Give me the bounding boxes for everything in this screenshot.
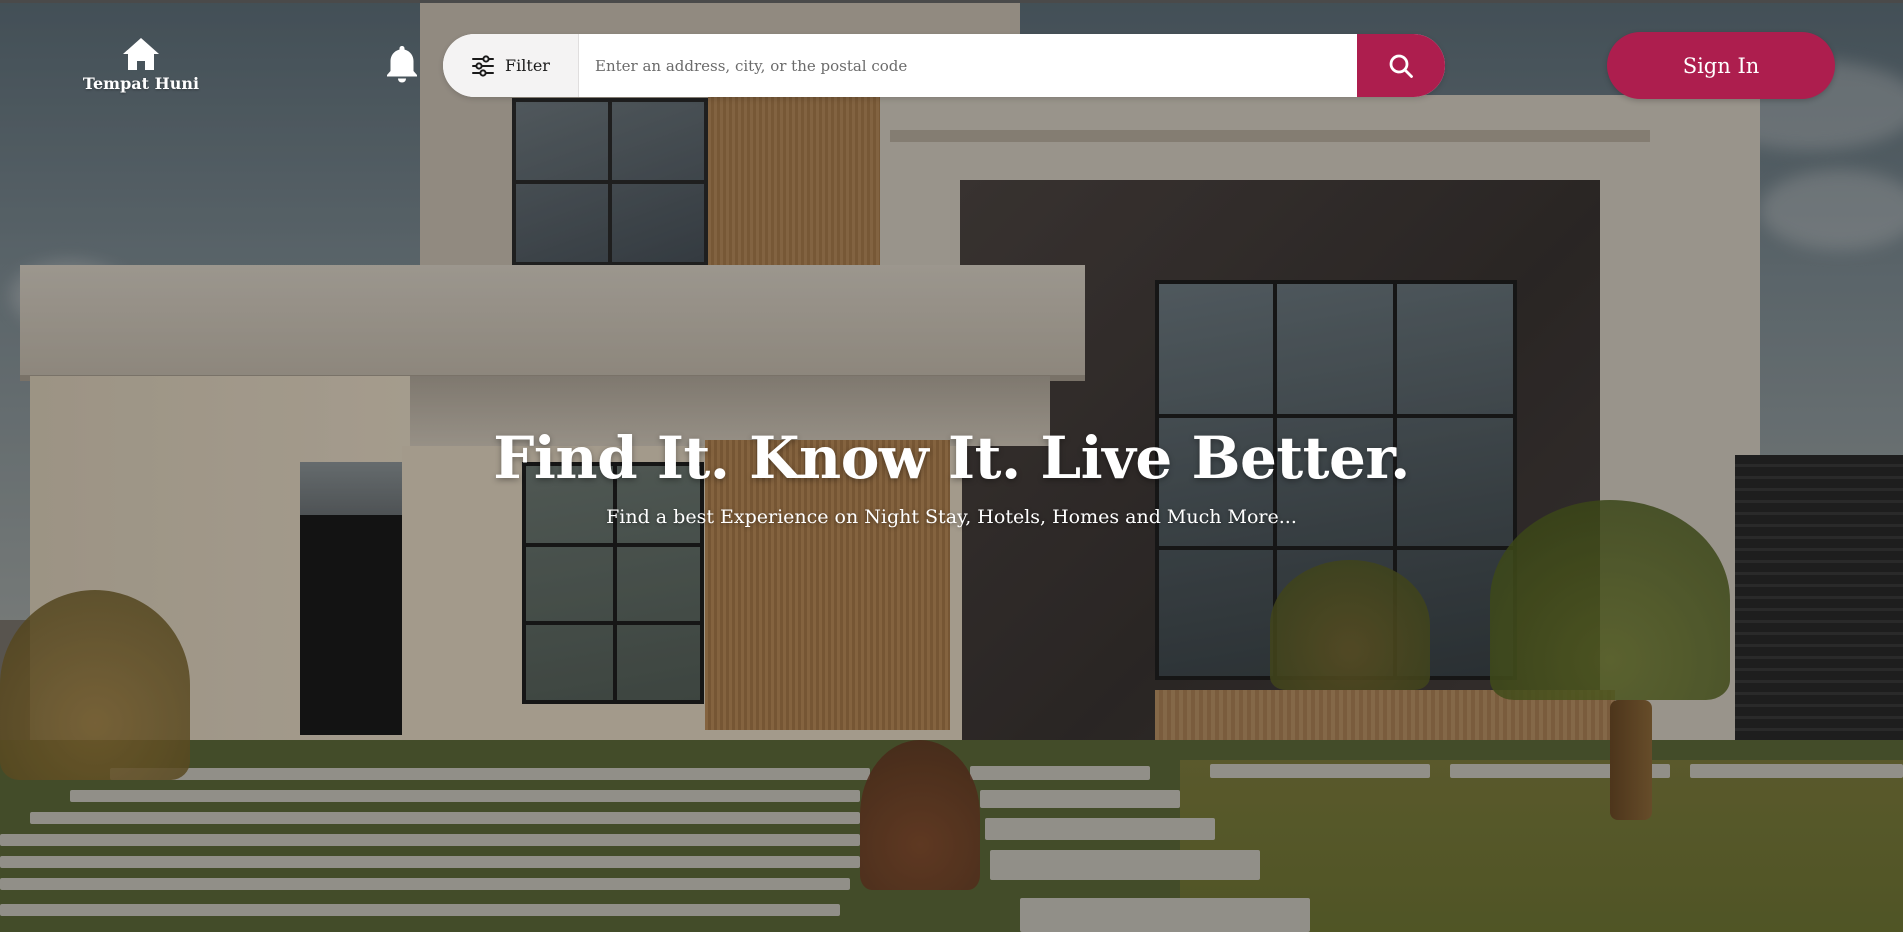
home-icon xyxy=(123,38,159,70)
hero-subtitle: Find a best Experience on Night Stay, Ho… xyxy=(606,506,1297,528)
filter-label: Filter xyxy=(505,56,550,75)
filter-button[interactable]: Filter xyxy=(443,34,579,97)
search-input[interactable] xyxy=(579,34,1357,97)
brand-logo[interactable]: Tempat Huni xyxy=(82,36,200,102)
sliders-icon xyxy=(472,54,495,77)
landing-page: Tempat Huni Filter Enter an address, cit… xyxy=(0,0,1903,932)
search-icon xyxy=(1389,54,1413,78)
bell-icon xyxy=(387,46,417,83)
search-bar: Filter xyxy=(443,34,1445,97)
hero-title: Find It. Know It. Live Better. xyxy=(493,424,1410,492)
hero-section: Find It. Know It. Live Better. Find a be… xyxy=(0,420,1903,528)
search-button[interactable] xyxy=(1357,34,1445,97)
brand-name: Tempat Huni xyxy=(82,74,200,93)
sign-in-button[interactable]: Sign In xyxy=(1607,32,1835,99)
notification-button[interactable] xyxy=(384,44,420,84)
top-border xyxy=(0,0,1903,3)
